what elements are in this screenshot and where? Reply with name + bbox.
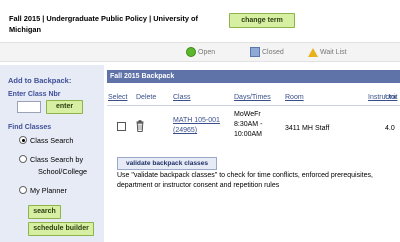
school-college-label: School/College (38, 167, 88, 176)
class-code[interactable]: MATH 105-001 (173, 116, 220, 126)
class-number[interactable]: (24965) (173, 126, 220, 136)
days: MoWeFr (234, 111, 261, 118)
column-days-times[interactable]: Days/Times (234, 94, 271, 101)
my-planner-radio[interactable] (19, 186, 27, 195)
column-select[interactable]: Select (108, 94, 127, 101)
class-search-by-school-radio[interactable] (19, 155, 27, 164)
column-delete: Delete (136, 94, 157, 101)
validate-note: Use "validate backpack classes" to check… (117, 172, 373, 189)
trash-icon[interactable] (136, 120, 144, 132)
my-planner-option[interactable]: My Planner (19, 184, 67, 197)
wait-list-icon (308, 47, 318, 57)
change-term-button[interactable]: change term (229, 13, 295, 28)
enter-button[interactable]: enter (46, 100, 83, 114)
header-divider (107, 105, 400, 106)
column-class[interactable]: Class (173, 94, 191, 101)
column-room[interactable]: Room (285, 94, 304, 101)
class-search-option[interactable]: Class Search (19, 134, 73, 147)
legend-closed-label: Closed (262, 49, 284, 56)
class-search-label: Class Search (30, 136, 74, 145)
status-legend: Open Closed Wait List (0, 42, 400, 62)
my-planner-label: My Planner (30, 186, 67, 195)
term-title: Fall 2015 | Undergraduate Public Policy … (9, 14, 198, 34)
legend-open: Open (186, 47, 215, 58)
days-times: MoWeFr 8:30AM - 10:00AM (234, 110, 262, 140)
search-button[interactable]: search (28, 205, 61, 219)
class-nbr-input[interactable] (17, 101, 41, 113)
class-link[interactable]: MATH 105-001 (24965) (173, 116, 220, 136)
closed-status-icon (250, 47, 260, 58)
column-units[interactable]: Unit (385, 94, 397, 101)
backpack-title: Fall 2015 Backpack (107, 70, 400, 83)
legend-closed: Closed (250, 47, 284, 58)
class-search-by-label: Class Search by (30, 155, 84, 164)
time-end: 10:00AM (234, 131, 263, 138)
validate-backpack-button[interactable]: validate backpack classes (117, 157, 217, 170)
schedule-builder-button[interactable]: schedule builder (28, 222, 94, 236)
class-search-radio[interactable] (19, 136, 27, 145)
select-checkbox[interactable] (117, 122, 126, 131)
room: 3411 MH (285, 125, 313, 132)
legend-wait-list: Wait List (308, 47, 347, 58)
units: 4.0 (385, 125, 395, 132)
legend-wait-list-label: Wait List (320, 49, 347, 56)
legend-open-label: Open (198, 49, 216, 56)
open-status-icon (186, 47, 196, 58)
find-classes-title: Find Classes (8, 124, 52, 131)
time-start: 8:30AM - (234, 121, 263, 128)
instructor: Staff (315, 125, 330, 132)
sidebar: Add to Backpack: Enter Class Nbr enter F… (0, 65, 104, 242)
enter-class-nbr-label: Enter Class Nbr (8, 91, 61, 98)
add-to-backpack-title: Add to Backpack: (8, 76, 72, 85)
